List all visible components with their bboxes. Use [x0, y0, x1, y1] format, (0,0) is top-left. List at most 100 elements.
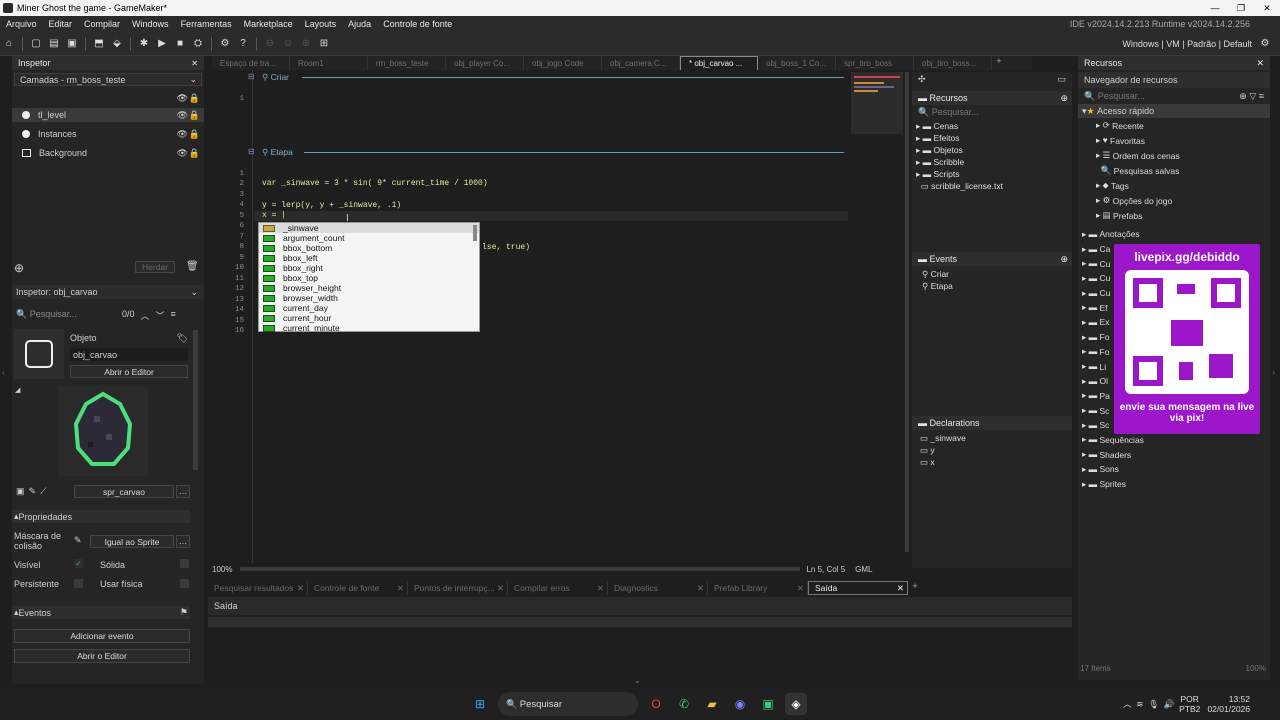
add-event-button[interactable]: Adicionar evento [14, 629, 190, 643]
autocomplete-item[interactable]: browser_width [259, 293, 479, 303]
tag-icon[interactable]: 🏷 [177, 333, 188, 344]
quick-item[interactable]: ▸ ⬥ Tags [1096, 178, 1270, 193]
lock-icon[interactable]: 🔒 [189, 129, 200, 140]
clock[interactable]: 13:52 02/01/2026 [1207, 694, 1250, 714]
resources-zoom[interactable]: 100% [1246, 664, 1266, 673]
menu-editar[interactable]: Editar [43, 19, 79, 29]
taskbar-search[interactable]: 🔍 Pesquisar [498, 692, 638, 716]
tab-workspace[interactable]: Espaço de tra... [212, 56, 290, 70]
menu-controle-de-fonte[interactable]: Controle de fonte [377, 19, 458, 29]
target-settings-icon[interactable]: ⚙ [1258, 37, 1272, 51]
tree-item[interactable]: ▸ ▬ Efeitos [916, 132, 1072, 144]
menu-icon[interactable]: ≡ [171, 309, 176, 322]
quick-item[interactable]: 🔍 Pesquisas salvas [1096, 163, 1270, 178]
menu-layouts[interactable]: Layouts [299, 19, 343, 29]
tab-obj-player[interactable]: obj_player Co... [446, 56, 524, 70]
tree-item[interactable]: ▭ scribble_license.txt [916, 180, 1072, 192]
layer-tl-level[interactable]: tl_level 👁 🔒 [12, 108, 204, 122]
tab-obj-camera[interactable]: obj_camera C... [602, 56, 680, 70]
output-area[interactable] [208, 627, 1072, 683]
tab-obj-jogo[interactable]: obj_jogo Code [524, 56, 602, 70]
expand-down-icon[interactable]: ⌄ [634, 676, 641, 685]
mic-icon[interactable]: 🎙 [1148, 699, 1159, 710]
autocomplete-item[interactable]: bbox_right [259, 263, 479, 273]
menu-marketplace[interactable]: Marketplace [238, 19, 299, 29]
mask-more-button[interactable]: … [176, 535, 190, 548]
tab-breakpoints[interactable]: Pontos de interrupç... ✕ [408, 581, 508, 595]
maximize-button[interactable]: ❐ [1228, 3, 1254, 14]
sprite-edit-icon[interactable]: ✎ [29, 486, 37, 497]
obs-icon[interactable]: ▣ [757, 693, 779, 715]
tab-source-control[interactable]: Controle de fonte ✕ [308, 581, 408, 595]
lock-icon[interactable]: 🔒 [189, 93, 200, 104]
open-editor-events-button[interactable]: Abrir o Editor [14, 649, 190, 663]
windows-start-icon[interactable]: ⊞ [469, 693, 491, 715]
eye-icon[interactable]: 👁 [177, 129, 188, 140]
zoom-reset-icon[interactable]: ⊙ [281, 37, 295, 51]
tab-diagnostics[interactable]: Diagnostics ✕ [608, 581, 708, 595]
quick-item[interactable]: ▸ ⚙ Opções do jogo [1096, 193, 1270, 208]
minimap[interactable] [851, 72, 903, 134]
target-device[interactable]: Default [1223, 39, 1252, 49]
fold-icon[interactable]: ⊟ [248, 147, 255, 156]
eye-icon[interactable]: 👁 [177, 93, 188, 104]
add-event-icon[interactable]: ⊕ [1060, 254, 1072, 265]
home-icon[interactable]: ⌂ [2, 37, 16, 51]
sprite-more-button[interactable]: … [176, 485, 190, 498]
run-icon[interactable]: ▶ [155, 37, 169, 51]
wifi-icon[interactable]: ≋ [1136, 699, 1143, 710]
event-item[interactable]: ⚲ Criar [922, 268, 953, 280]
discord-icon[interactable]: ◉ [729, 693, 751, 715]
autocomplete-item[interactable]: current_day [259, 303, 479, 313]
close-panel-icon[interactable]: ✕ [1256, 58, 1270, 69]
grid-icon[interactable]: ⊞ [317, 37, 331, 51]
next-icon[interactable]: ﹀ [156, 309, 165, 322]
eye-icon[interactable]: 👁 [177, 148, 188, 159]
herdar-button[interactable]: Herdar [135, 261, 175, 273]
opera-icon[interactable]: O [645, 693, 667, 715]
resources-mini-search[interactable]: 🔍 Pesquisar... [912, 105, 1072, 120]
help-icon[interactable]: ? [236, 37, 250, 51]
target-config[interactable]: Padrão [1187, 39, 1216, 49]
autocomplete-item[interactable]: _sinwave [259, 223, 479, 233]
add-bottom-tab-icon[interactable]: + [908, 581, 922, 595]
menu-arquivo[interactable]: Arquivo [0, 19, 43, 29]
move-icon[interactable]: ✣ [918, 74, 926, 85]
collapse-right-icon[interactable]: › [1272, 367, 1275, 377]
tab-compile-errors[interactable]: Compilar erros ✕ [508, 581, 608, 595]
declaration-item[interactable]: ▭ x [920, 456, 966, 468]
tree-item[interactable]: ▸ ▬ Objetos [916, 144, 1072, 156]
quick-access[interactable]: ▾ ★ Acesso rápido [1078, 104, 1270, 118]
persistent-checkbox[interactable] [74, 579, 83, 588]
whatsapp-icon[interactable]: ✆ [673, 693, 695, 715]
folder-item[interactable]: ▸ ▬ Sequências [1082, 433, 1270, 448]
prev-icon[interactable]: ︿ [141, 309, 150, 322]
resources-search[interactable]: 🔍 Pesquisar... ⊕ ▽ ≡ [1078, 88, 1270, 104]
sprite-field[interactable]: spr_carvao [74, 485, 174, 498]
layers-select[interactable]: Camadas - rm_boss_teste ⌄ [14, 73, 202, 86]
horizontal-scrollbar[interactable] [240, 567, 801, 571]
package-icon[interactable]: ⬒ [92, 37, 106, 51]
tab-rm-boss-teste[interactable]: rm_boss_teste [368, 56, 446, 70]
zoom-out-icon[interactable]: ⊖ [263, 37, 277, 51]
new-icon[interactable]: ▢ [29, 37, 43, 51]
lock-icon[interactable]: 🔒 [189, 148, 200, 159]
delete-layer-icon[interactable]: 🗑 [186, 261, 199, 272]
declaration-item[interactable]: ▭ _sinwave [920, 432, 966, 444]
tree-item[interactable]: ▸ ▬ Scripts [916, 168, 1072, 180]
resource-tools[interactable]: ⊕ ▽ ≡ [1239, 91, 1270, 102]
quick-item[interactable]: ▸ ⟳ Recente [1096, 118, 1270, 133]
target-windows[interactable]: Windows [1122, 39, 1159, 49]
tree-item[interactable]: ▸ ▬ Scribble [916, 156, 1072, 168]
tab-prefab-library[interactable]: Prefab Library ✕ [708, 581, 808, 595]
tab-obj-carvao[interactable]: * obj_carvao ... [680, 56, 758, 70]
minimize-button[interactable]: — [1202, 3, 1228, 14]
autocomplete-scrollbar[interactable] [473, 225, 477, 241]
events-header[interactable]: ▴ Eventos ⚑ [12, 606, 190, 619]
flag-icon[interactable]: ⚑ [180, 607, 190, 618]
lock-icon[interactable]: 🔒 [189, 110, 200, 121]
editor-scrollbar[interactable] [905, 72, 909, 552]
debug-icon[interactable]: ✱ [137, 37, 151, 51]
window-icon[interactable]: ▭ [1057, 74, 1066, 85]
autocomplete-item[interactable]: bbox_top [259, 273, 479, 283]
